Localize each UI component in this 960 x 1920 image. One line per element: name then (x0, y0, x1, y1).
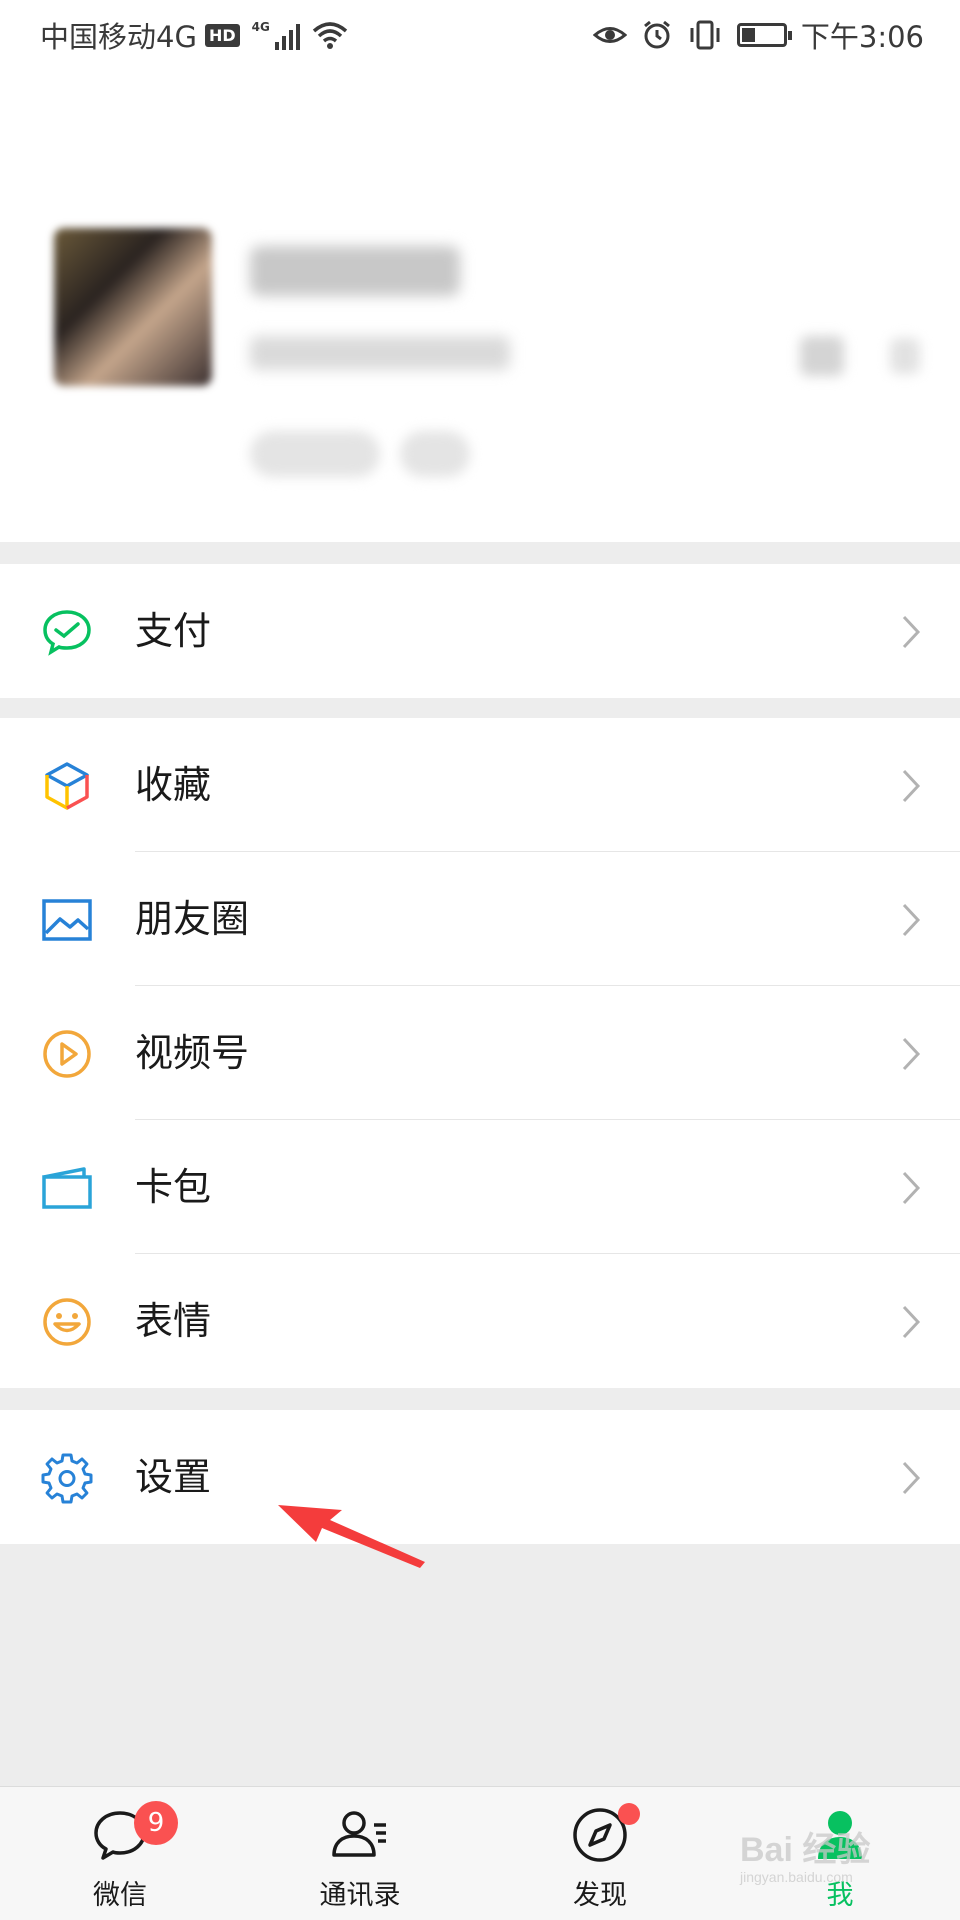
watermark-sub: jingyan.baidu.com (740, 1869, 853, 1885)
hd-icon: HD (204, 23, 240, 47)
menu-row-stickers[interactable]: 表情 (0, 1254, 960, 1388)
features-group: 收藏 朋友圈 视频号 卡包 表情 (0, 718, 960, 1388)
menu-row-pay[interactable]: 支付 (0, 564, 960, 698)
card-wallet-icon (42, 1167, 92, 1209)
menu-label: 表情 (135, 1299, 212, 1343)
status-button-blurred[interactable] (250, 431, 380, 477)
menu-label: 支付 (135, 609, 212, 653)
tab-discover[interactable]: 发现 (480, 1787, 720, 1920)
baidu-watermark: Bai 经验 jingyan.baidu.com (740, 1822, 870, 1885)
vibrate-icon (690, 20, 720, 50)
chevron-right-icon (902, 615, 921, 649)
tab-label: 微信 (93, 1880, 147, 1911)
menu-label: 卡包 (135, 1165, 212, 1209)
menu-row-channels[interactable]: 视频号 (0, 986, 960, 1120)
chevron-right-icon (902, 1461, 921, 1495)
menu-label: 设置 (135, 1455, 212, 1499)
qr-code-icon[interactable] (800, 336, 844, 376)
tab-label: 发现 (573, 1880, 627, 1911)
more-status-blurred[interactable] (400, 431, 470, 477)
menu-row-favorites[interactable]: 收藏 (0, 718, 960, 852)
menu-row-moments[interactable]: 朋友圈 (0, 852, 960, 986)
nickname-blurred (250, 246, 460, 296)
menu-label: 收藏 (135, 763, 212, 807)
status-bar: 中国移动4G HD 4G 下午3:06 (0, 0, 960, 66)
new-dot-badge (618, 1803, 640, 1825)
menu-row-settings[interactable]: 设置 (0, 1410, 960, 1544)
menu-label: 视频号 (135, 1031, 250, 1075)
unread-badge: 9 (134, 1801, 178, 1845)
favorites-cube-icon (45, 762, 89, 810)
eye-comfort-icon (592, 27, 627, 43)
wechat-me-screen: 中国移动4G HD 4G 下午3:06 支付 收藏 朋友圈 视频号 卡包 表情 … (0, 0, 960, 1920)
channels-play-icon (43, 1030, 91, 1078)
chevron-right-icon (902, 903, 921, 937)
watermark-text: Bai 经验 (740, 1831, 871, 1869)
signal-icon: 4G (252, 20, 300, 50)
settings-group: 设置 (0, 1410, 960, 1544)
wechat-pay-icon (43, 610, 91, 656)
chevron-right-icon (902, 769, 921, 803)
moments-picture-icon (42, 899, 92, 941)
pay-group: 支付 (0, 564, 960, 698)
battery-icon (736, 23, 792, 47)
profile-header[interactable] (0, 66, 960, 542)
clock-time: 下午3:06 (800, 20, 924, 54)
sticker-smile-icon (43, 1298, 91, 1346)
wifi-icon (312, 22, 347, 49)
tab-label: 通讯录 (319, 1880, 401, 1911)
alarm-icon (643, 20, 670, 49)
menu-label: 朋友圈 (135, 897, 250, 941)
wechat-id-blurred (250, 336, 510, 370)
tab-contacts[interactable]: 通讯录 (240, 1787, 480, 1920)
carrier-name: 中国移动4G (40, 20, 197, 54)
profile-chevron-icon[interactable] (890, 338, 920, 374)
chevron-right-icon (902, 1171, 921, 1205)
chevron-right-icon (902, 1305, 921, 1339)
tab-chats[interactable]: 9 微信 (0, 1787, 240, 1920)
chevron-right-icon (902, 1037, 921, 1071)
annotation-arrow-icon (278, 1505, 425, 1568)
status-left: 中国移动4G HD 4G (40, 14, 350, 56)
menu-row-cards[interactable]: 卡包 (0, 1120, 960, 1254)
avatar[interactable] (54, 228, 212, 386)
gear-icon (41, 1453, 93, 1504)
network-type: 4G (251, 20, 270, 34)
contacts-icon (332, 1811, 386, 1857)
status-right: 下午3:06 (592, 14, 924, 56)
